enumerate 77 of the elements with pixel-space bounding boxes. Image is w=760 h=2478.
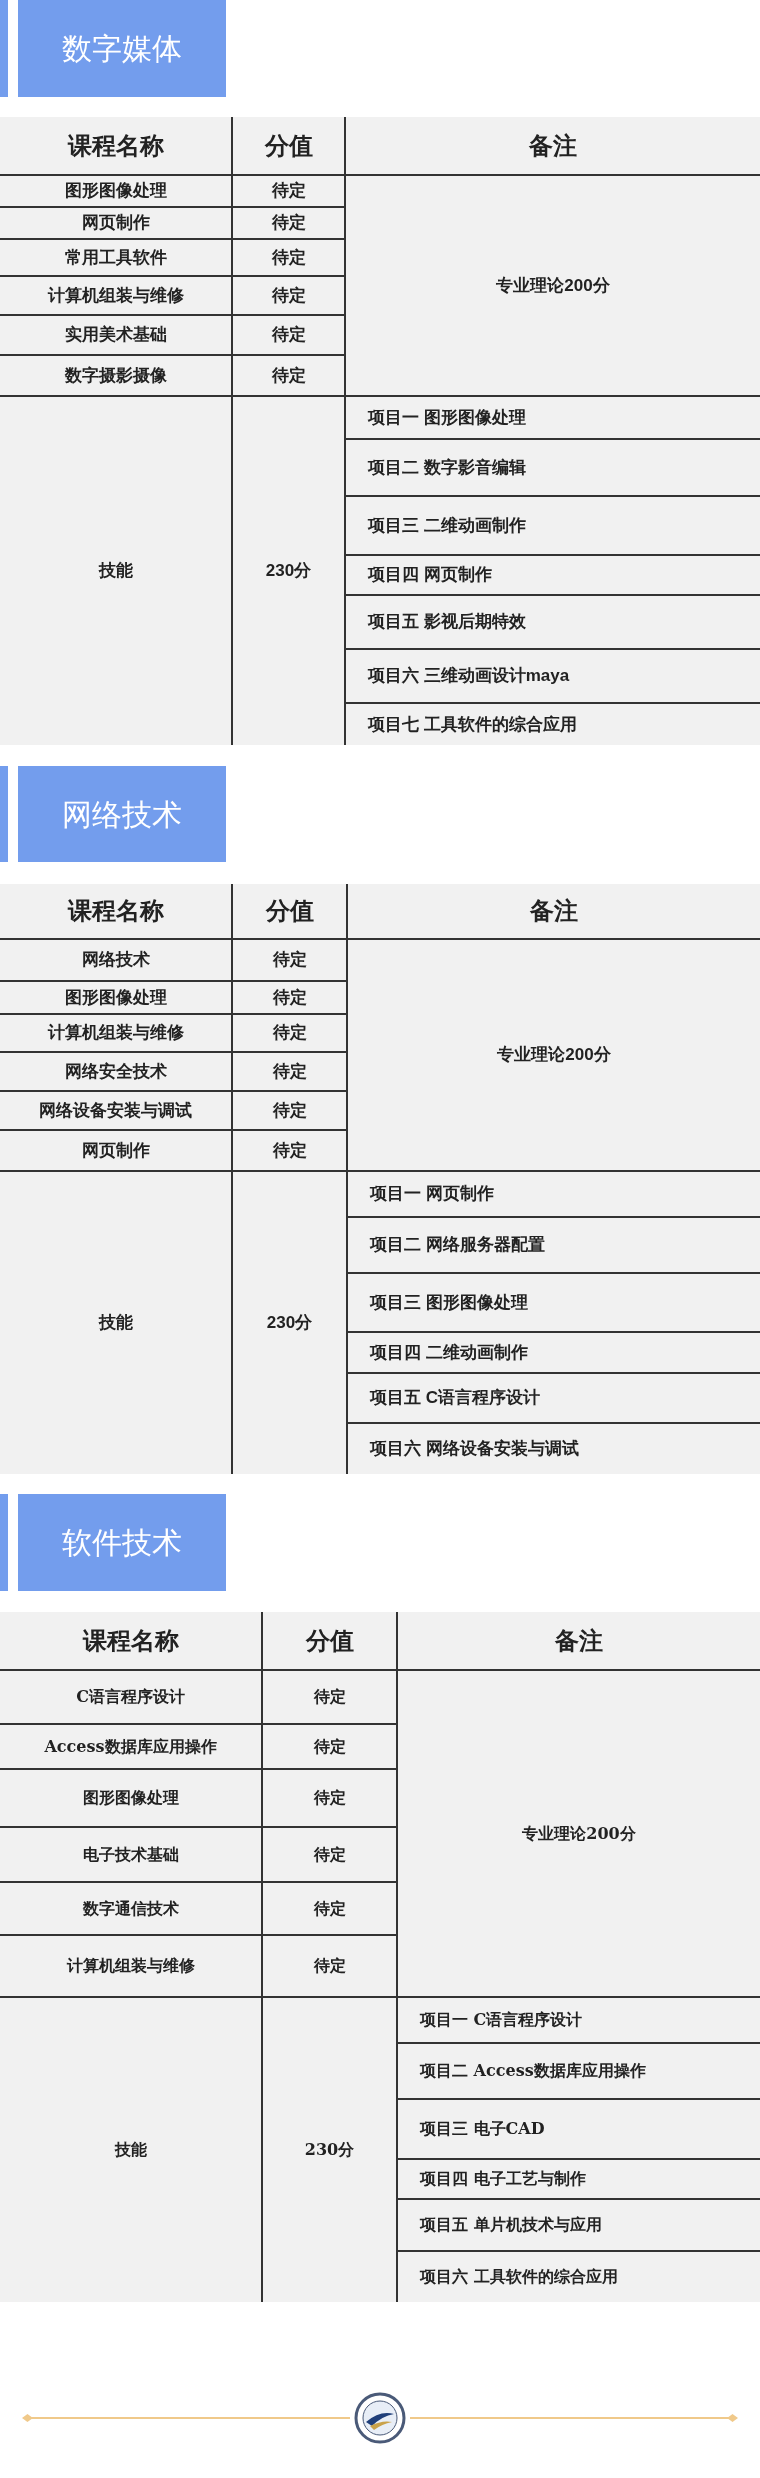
table-cell-text: 专业理论200分 (521, 1822, 637, 1845)
table-header-cell: 课程名称 (0, 1612, 263, 1669)
table-cell: 待定 (233, 1015, 348, 1051)
table-cell: 常用工具软件 (0, 240, 233, 275)
table-header-cell: 分值 (233, 884, 348, 938)
table-cell: 项目五 C语言程序设计 (348, 1374, 760, 1424)
table-cell: 网络技术 (0, 940, 233, 980)
table-cell: 待定 (233, 316, 346, 354)
table-cell: 待定 (233, 1131, 348, 1170)
table-cell: 待定 (263, 1936, 398, 1996)
table-cell: 计算机组装与维修 (0, 277, 233, 314)
table-cell: 实用美术基础 (0, 316, 233, 354)
table-cell: 计算机组装与维修 (0, 1936, 263, 1996)
table-cell: Access数据库应用操作 (0, 1725, 263, 1768)
table-cell: 待定 (263, 1770, 398, 1826)
table-cell: 待定 (263, 1725, 398, 1768)
table-cell: 项目一 网页制作 (348, 1172, 760, 1218)
table-header-cell-text: 备注 (528, 130, 578, 161)
table-cell: 待定 (233, 940, 348, 980)
table-cell: 230分 (233, 397, 346, 745)
table-cell-text: 项目六 网络设备安装与调试 (368, 1438, 580, 1461)
table-cell: 项目六 三维动画设计maya (346, 650, 760, 704)
table-cell: 项目四 网页制作 (346, 556, 760, 596)
table-cell: 技能 (0, 1172, 233, 1474)
table-cell: 230分 (233, 1172, 348, 1474)
table-cell: 项目四 二维动画制作 (348, 1333, 760, 1374)
table-cell: 网页制作 (0, 1131, 233, 1170)
table-cell: 项目四 电子工艺与制作 (398, 2160, 760, 2200)
table-cell: 数字摄影摄像 (0, 356, 233, 395)
table-cell: 待定 (233, 1053, 348, 1090)
table-cell: 项目三 二维动画制作 (346, 497, 760, 556)
table-cell: 待定 (233, 1092, 348, 1129)
table-cell: 项目五 影视后期特效 (346, 596, 760, 650)
table-cell: 图形图像处理 (0, 982, 233, 1013)
logo-icon (354, 2392, 406, 2444)
table-cell: 项目二 数字影音编辑 (346, 440, 760, 497)
table-header-cell: 分值 (263, 1612, 398, 1669)
table-cell: 项目一 C语言程序设计 (398, 1998, 760, 2044)
table-cell: 待定 (233, 982, 348, 1013)
table-cell: 230分 (263, 1998, 398, 2302)
table-header-cell: 课程名称 (0, 884, 233, 938)
table-header-cell-text: 备注 (529, 896, 579, 926)
table-cell: 数字通信技术 (0, 1883, 263, 1934)
table-cell: 网络安全技术 (0, 1053, 233, 1090)
table-cell: 待定 (233, 240, 346, 275)
table-cell: 待定 (263, 1828, 398, 1881)
table-cell: 网页制作 (0, 208, 233, 238)
table-cell: 项目五 单片机技术与应用 (398, 2200, 760, 2252)
table-cell: 网络设备安装与调试 (0, 1092, 233, 1129)
table-cell: 待定 (233, 356, 346, 395)
table-cell: 项目二 Access数据库应用操作 (398, 2044, 760, 2100)
table-cell-text: 专业理论200分 (496, 1044, 612, 1067)
table-cell: 技能 (0, 397, 233, 745)
table-cell: 待定 (263, 1883, 398, 1934)
table-header-cell-text: 备注 (554, 1624, 604, 1657)
table-cell-text: 项目七 工具软件的综合应用 (366, 713, 578, 736)
section-title: 数字媒体 (18, 0, 226, 97)
table-cell: 待定 (233, 208, 346, 238)
table-cell: 待定 (233, 176, 346, 206)
table-cell: 项目一 图形图像处理 (346, 397, 760, 440)
table-cell: 电子技术基础 (0, 1828, 263, 1881)
table-cell: 项目二 网络服务器配置 (348, 1218, 760, 1274)
section-title: 网络技术 (18, 766, 226, 862)
table-header-cell: 分值 (233, 117, 346, 174)
table-cell: 图形图像处理 (0, 176, 233, 206)
table-cell-text: 专业理论200分 (495, 274, 611, 297)
table-cell: 项目三 电子CAD (398, 2100, 760, 2160)
table-header-cell: 课程名称 (0, 117, 233, 174)
table-cell: 计算机组装与维修 (0, 1015, 233, 1051)
table-cell: 待定 (233, 277, 346, 314)
table-cell: C语言程序设计 (0, 1671, 263, 1723)
table-cell: 项目三 图形图像处理 (348, 1274, 760, 1333)
table-cell: 图形图像处理 (0, 1770, 263, 1826)
table-cell-text: 项目六 工具软件的综合应用 (418, 2266, 619, 2288)
section-title: 软件技术 (18, 1494, 226, 1591)
table-cell: 待定 (263, 1671, 398, 1723)
table-cell: 技能 (0, 1998, 263, 2302)
